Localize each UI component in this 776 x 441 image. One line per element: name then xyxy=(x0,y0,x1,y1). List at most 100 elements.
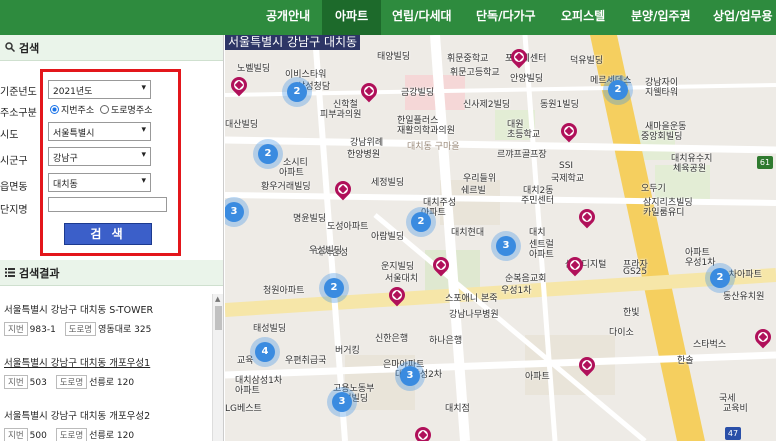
road-radio[interactable] xyxy=(100,105,109,114)
nav-item-house[interactable]: 단독/다가구 xyxy=(476,0,536,35)
addr-type-radios: 지번주소 도로명주소 xyxy=(50,103,152,116)
route-shield: 47 xyxy=(725,427,741,440)
map-label: GS25 xyxy=(623,267,648,277)
map-label: 휘문중학교 xyxy=(447,54,489,64)
map-label: 중앙회빌딩 xyxy=(641,132,683,142)
map-label: 르꺄프골프장 xyxy=(497,150,547,160)
map-label: 노벨빌딩 xyxy=(237,64,271,74)
apartment-marker-icon[interactable] xyxy=(563,253,587,277)
map-label: 신한은행 xyxy=(375,334,409,344)
map-label: 한빛 xyxy=(623,308,640,318)
road-tag: 도로명 xyxy=(55,428,88,441)
map-label: 우성빌딩 xyxy=(309,246,343,256)
cluster-marker[interactable]: 4 xyxy=(250,337,280,367)
map-label: 아람빌딩 xyxy=(371,232,405,242)
result-road: 선릉로 120 xyxy=(89,431,135,441)
road-radio-label: 도로명주소 xyxy=(111,106,153,116)
list-item[interactable]: 서울특별시 강남구 대치동 S-TOWER 지번 983-1 도로명 영동대로 32… xyxy=(4,302,210,336)
nav-item-villa[interactable]: 연립/다세대 xyxy=(392,0,452,35)
nav-item-presale[interactable]: 분양/입주권 xyxy=(631,0,691,35)
results-list: 서울특별시 강남구 대치동 S-TOWER 지번 983-1 도로명 영동대로 32… xyxy=(0,294,212,441)
search-header: 검색 xyxy=(0,35,223,61)
map-label: 대치점 xyxy=(445,404,470,414)
year-label: 기준년도 xyxy=(0,87,37,98)
cluster-marker[interactable]: 3 xyxy=(327,387,357,417)
list-item[interactable]: 서울특별시 강남구 대치동 개포우성1 지번 503 도로명 선릉로 120 xyxy=(4,355,210,389)
nav-item-disclosure[interactable]: 공개안내 xyxy=(266,0,310,35)
list-icon xyxy=(4,267,16,280)
result-road: 영동대로 325 xyxy=(98,325,152,335)
map-label: 강남나무병원 xyxy=(449,310,499,320)
dong-label: 읍면동 xyxy=(0,182,28,193)
map-label: 아파트 xyxy=(279,168,304,178)
map-label: LG베스트 xyxy=(225,404,262,414)
apartment-marker-icon[interactable] xyxy=(385,283,409,307)
map-label: 스타벅스 xyxy=(693,340,727,350)
nav-item-commercial[interactable]: 상업/업무용 xyxy=(713,0,773,35)
map-label: SSI xyxy=(559,161,574,171)
cluster-marker[interactable]: 2 xyxy=(319,273,349,303)
year-select[interactable]: 2021년도 ▾ xyxy=(48,80,151,99)
map-label: 한솔 xyxy=(677,356,694,366)
complex-name-input[interactable] xyxy=(48,197,167,212)
apartment-marker-icon[interactable] xyxy=(227,73,251,97)
cluster-marker[interactable]: 2 xyxy=(282,77,312,107)
result-title: 서울특별시 강남구 대치동 S-TOWER xyxy=(4,305,154,316)
complex-label: 단지명 xyxy=(0,205,28,216)
result-jibun: 503 xyxy=(29,378,47,388)
search-icon xyxy=(4,42,16,55)
map-label: 지웰타워 xyxy=(645,88,679,98)
cluster-marker[interactable]: 2 xyxy=(406,207,436,237)
jibun-radio[interactable] xyxy=(50,105,59,114)
apartment-marker-icon[interactable] xyxy=(557,119,581,143)
apartment-marker-icon[interactable] xyxy=(507,45,531,69)
map-label: 하나은행 xyxy=(429,336,463,346)
result-jibun: 500 xyxy=(29,431,47,441)
cluster-marker[interactable]: 3 xyxy=(395,361,425,391)
sigungu-select[interactable]: 강남구 ▾ xyxy=(48,147,151,166)
road-tag: 도로명 xyxy=(55,375,88,389)
cluster-marker[interactable]: 2 xyxy=(705,263,735,293)
map-address: 서울특별시 강남구 대치동 xyxy=(225,35,361,50)
map-label: 태성빌딩 xyxy=(253,324,287,334)
scroll-thumb[interactable] xyxy=(215,306,222,330)
nav-item-apartment[interactable]: 아파트 xyxy=(322,0,382,35)
search-button[interactable]: 검 색 xyxy=(64,223,152,245)
cluster-marker[interactable]: 3 xyxy=(491,231,521,261)
map-label: 대치동 구마을 xyxy=(407,142,460,152)
apartment-marker-icon[interactable] xyxy=(751,325,775,349)
apartment-marker-icon[interactable] xyxy=(331,177,355,201)
search-header-label: 검색 xyxy=(19,42,40,55)
top-nav: 공개안내 아파트 연립/다세대 단독/다가구 오피스텔 분양/입주권 상업/업무… xyxy=(0,0,776,35)
sido-select[interactable]: 서울특별시 ▾ xyxy=(48,122,151,141)
apartment-marker-icon[interactable] xyxy=(411,423,435,441)
nav-item-officetel[interactable]: 오피스텔 xyxy=(561,0,605,35)
jibun-tag: 지번 xyxy=(4,322,28,336)
map-label: 아파트 xyxy=(525,372,550,382)
apartment-marker-icon[interactable] xyxy=(429,253,453,277)
map-view[interactable]: 서울특별시 강남구 대치동 노벨빌딩 이비스타워 삼성청담 태양빌딩 휘문중학교… xyxy=(225,35,776,441)
map-label: 휘문고등학교 xyxy=(450,68,500,78)
list-item[interactable]: 서울특별시 강남구 대치동 개포우성2 지번 500 도로명 선릉로 120 xyxy=(4,408,210,441)
route-shield: 61 xyxy=(757,156,773,169)
map-label: 재활의학과의원 xyxy=(397,126,455,136)
result-meta: 지번 503 도로명 선릉로 120 xyxy=(4,375,210,389)
map-label: 태양빌딩 xyxy=(377,52,411,62)
cluster-marker[interactable]: 2 xyxy=(603,75,633,105)
map-label: 초등학교 xyxy=(507,130,541,140)
cluster-marker[interactable]: 2 xyxy=(253,139,283,169)
scroll-up-icon[interactable]: ▲ xyxy=(215,295,220,303)
dong-select[interactable]: 대치동 ▾ xyxy=(48,173,151,192)
map-label: 황우거래빌딩 xyxy=(261,182,311,192)
jibun-tag: 지번 xyxy=(4,375,28,389)
apartment-marker-icon[interactable] xyxy=(357,79,381,103)
apartment-marker-icon[interactable] xyxy=(575,353,599,377)
map-label: 안양빌딩 xyxy=(510,74,544,84)
apartment-marker-icon[interactable] xyxy=(575,205,599,229)
map-label: 서울대치 xyxy=(385,274,419,284)
results-scrollbar[interactable]: ▲ xyxy=(212,294,223,441)
map-label: 동원1빌딩 xyxy=(540,100,579,110)
map-label: 버거킹 xyxy=(335,346,360,356)
map-label: 한양병원 xyxy=(347,150,381,160)
map-label: 도성아파트 xyxy=(327,222,369,232)
